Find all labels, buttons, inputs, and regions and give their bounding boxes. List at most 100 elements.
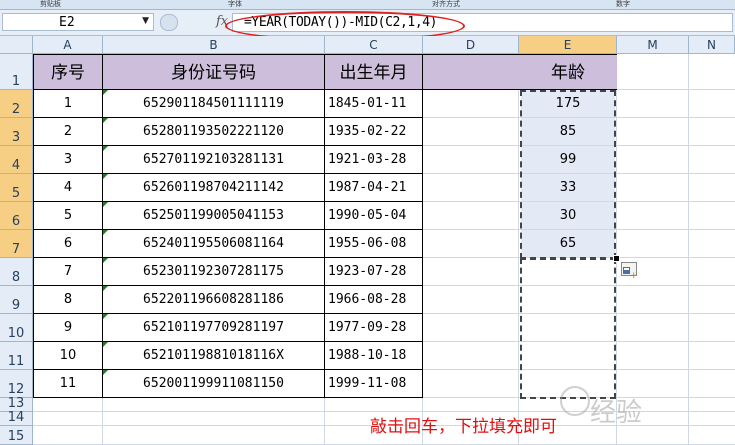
row-header-7[interactable]: 7 bbox=[0, 230, 33, 258]
ribbon-strip: 剪贴板 字体 对齐方式 数字 bbox=[0, 0, 735, 10]
name-box[interactable]: E2 ▼ bbox=[2, 13, 154, 31]
error-indicator-icon bbox=[103, 146, 108, 151]
row-number: 12 bbox=[7, 382, 25, 397]
row-header-14[interactable]: 14 bbox=[0, 410, 33, 426]
error-indicator-icon bbox=[103, 342, 108, 347]
row-number: 2 bbox=[11, 102, 21, 117]
row-header-5[interactable]: 5 bbox=[0, 174, 33, 202]
cell-id-number[interactable]: 652501199005041153 bbox=[103, 202, 325, 230]
row-number: 9 bbox=[11, 298, 21, 313]
autofill-options-icon[interactable]: + bbox=[621, 262, 638, 281]
selection-marquee bbox=[520, 90, 616, 259]
cell-seq[interactable]: 2 bbox=[33, 118, 103, 146]
column-header-b[interactable]: B bbox=[103, 36, 325, 54]
cell-birth-date[interactable]: 1966-08-28 bbox=[325, 286, 423, 314]
cell-seq[interactable]: 3 bbox=[33, 146, 103, 174]
row-number: 13 bbox=[7, 396, 25, 411]
cell-birth-date[interactable]: 1923-07-28 bbox=[325, 258, 423, 286]
column-header-m[interactable]: M bbox=[617, 36, 689, 54]
cell-birth-date[interactable]: 1977-09-28 bbox=[325, 314, 423, 342]
cell-seq[interactable]: 1 bbox=[33, 90, 103, 118]
row-header-3[interactable]: 3 bbox=[0, 118, 33, 146]
cell-birth-date[interactable]: 1845-01-11 bbox=[325, 90, 423, 118]
cell-id-number[interactable]: 652301192307281175 bbox=[103, 258, 325, 286]
error-indicator-icon bbox=[103, 118, 108, 123]
cell-id-number[interactable]: 652801193502221120 bbox=[103, 118, 325, 146]
row-number: 11 bbox=[7, 354, 25, 369]
row-header-8[interactable]: 8 bbox=[0, 258, 33, 286]
cell-birth-date[interactable]: 1921-03-28 bbox=[325, 146, 423, 174]
error-indicator-icon bbox=[103, 258, 108, 263]
ribbon-group-alignment[interactable]: 对齐方式 bbox=[432, 0, 460, 8]
row-header-2[interactable]: 2 bbox=[0, 90, 33, 118]
error-indicator-icon bbox=[103, 90, 108, 95]
gridline bbox=[518, 54, 519, 445]
cell-seq[interactable]: 10 bbox=[33, 342, 103, 370]
cell-id-number[interactable]: 652401195506081164 bbox=[103, 230, 325, 258]
chevron-down-icon[interactable]: ▼ bbox=[142, 16, 149, 26]
cell-seq[interactable]: 5 bbox=[33, 202, 103, 230]
column-header-a[interactable]: A bbox=[33, 36, 103, 54]
row-number: 1 bbox=[11, 74, 21, 89]
row-header-1[interactable]: 1 bbox=[0, 54, 33, 90]
cell-id-number[interactable]: 652601198704211142 bbox=[103, 174, 325, 202]
column-header-e[interactable]: E bbox=[519, 36, 617, 54]
row-header-15[interactable]: 15 bbox=[0, 426, 33, 445]
header-cell-birth[interactable]: 出生年月 bbox=[325, 54, 423, 90]
cell-seq[interactable]: 4 bbox=[33, 174, 103, 202]
error-indicator-icon bbox=[103, 314, 108, 319]
row-header-10[interactable]: 10 bbox=[0, 314, 33, 342]
cell-seq[interactable]: 11 bbox=[33, 370, 103, 398]
error-indicator-icon bbox=[103, 286, 108, 291]
ribbon-group-font[interactable]: 字体 bbox=[228, 0, 242, 8]
select-all-corner[interactable] bbox=[0, 36, 33, 54]
ribbon-group-clipboard[interactable]: 剪贴板 bbox=[40, 0, 61, 8]
header-cell-seq[interactable]: 序号 bbox=[33, 54, 103, 90]
watermark-logo-icon bbox=[560, 386, 590, 416]
row-number: 5 bbox=[11, 186, 21, 201]
error-indicator-icon bbox=[103, 202, 108, 207]
row-header-4[interactable]: 4 bbox=[0, 146, 33, 174]
row-number: 15 bbox=[7, 429, 25, 444]
gridline bbox=[688, 54, 689, 445]
cell-birth-date[interactable]: 1990-05-04 bbox=[325, 202, 423, 230]
formula-bar-splitter[interactable] bbox=[160, 14, 178, 31]
error-indicator-icon bbox=[103, 174, 108, 179]
cell-birth-date[interactable]: 1999-11-08 bbox=[325, 370, 423, 398]
row-header-6[interactable]: 6 bbox=[0, 202, 33, 230]
cell-seq[interactable]: 8 bbox=[33, 286, 103, 314]
cell-birth-date[interactable]: 1987-04-21 bbox=[325, 174, 423, 202]
column-header-c[interactable]: C bbox=[325, 36, 423, 54]
row-number: 8 bbox=[11, 270, 21, 285]
row-header-11[interactable]: 11 bbox=[0, 342, 33, 370]
cell-birth-date[interactable]: 1988-10-18 bbox=[325, 342, 423, 370]
column-header-d[interactable]: D bbox=[423, 36, 519, 54]
cell-seq[interactable]: 7 bbox=[33, 258, 103, 286]
cell-id-number[interactable]: 652701192103281131 bbox=[103, 146, 325, 174]
cell-seq[interactable]: 9 bbox=[33, 314, 103, 342]
row-number: 14 bbox=[7, 410, 25, 425]
fill-handle[interactable] bbox=[613, 255, 620, 262]
error-indicator-icon bbox=[103, 370, 108, 375]
row-number: 3 bbox=[11, 130, 21, 145]
cell-id-number[interactable]: 652901184501111119 bbox=[103, 90, 325, 118]
cell-id-number[interactable]: 652101197709281197 bbox=[103, 314, 325, 342]
gridline bbox=[616, 54, 617, 445]
cell-id-number[interactable]: 652001199911081150 bbox=[103, 370, 325, 398]
cell-id-number[interactable]: 65210119881018116X bbox=[103, 342, 325, 370]
header-cell-empty[interactable] bbox=[423, 54, 519, 90]
ribbon-group-number[interactable]: 数字 bbox=[616, 0, 630, 8]
row-number: 10 bbox=[7, 326, 25, 341]
svg-text:+: + bbox=[630, 271, 636, 278]
header-cell-id[interactable]: 身份证号码 bbox=[103, 54, 325, 90]
row-header-12[interactable]: 12 bbox=[0, 370, 33, 398]
cell-seq[interactable]: 6 bbox=[33, 230, 103, 258]
row-number: 6 bbox=[11, 214, 21, 229]
cell-birth-date[interactable]: 1955-06-08 bbox=[325, 230, 423, 258]
column-header-n[interactable]: N bbox=[689, 36, 735, 54]
header-cell-age[interactable]: 年龄 bbox=[519, 54, 617, 90]
cell-birth-date[interactable]: 1935-02-22 bbox=[325, 118, 423, 146]
selection-marquee bbox=[520, 258, 616, 399]
row-header-9[interactable]: 9 bbox=[0, 286, 33, 314]
cell-id-number[interactable]: 652201196608281186 bbox=[103, 286, 325, 314]
